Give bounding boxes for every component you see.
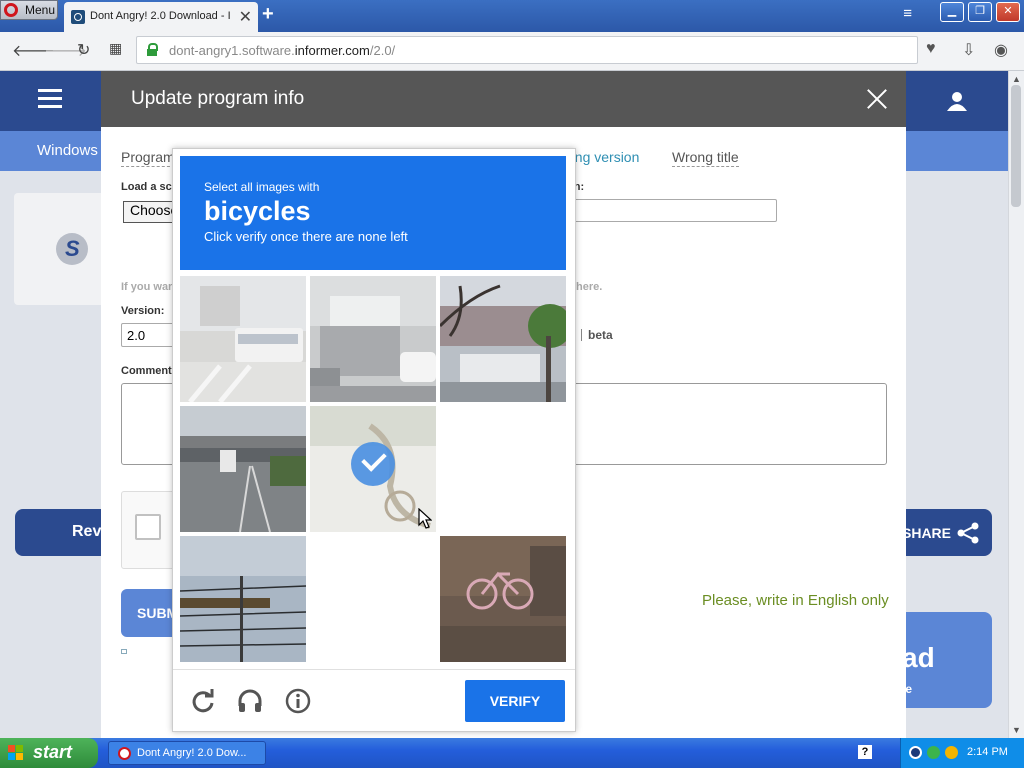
bookmark-heart-icon[interactable]: ♥ [926, 40, 936, 58]
tray-network-icon[interactable] [909, 746, 922, 759]
captcha-tile[interactable] [180, 406, 306, 532]
reload-icon[interactable]: ↻ [77, 40, 90, 60]
share-icon [957, 522, 979, 544]
recaptcha-checkbox[interactable] [135, 514, 161, 540]
modal-close-icon[interactable] [866, 88, 888, 110]
hint-text-left: If you war [121, 281, 173, 293]
tab-title: Dont Angry! 2.0 Download - I [90, 10, 231, 22]
vertical-scrollbar[interactable]: ▲ ▼ [1008, 71, 1024, 738]
modal-header: Update program info [101, 71, 906, 127]
small-marker [121, 649, 127, 654]
user-icon[interactable] [946, 91, 968, 111]
new-tab-icon[interactable]: + [262, 3, 274, 26]
reload-challenge-icon[interactable] [190, 688, 216, 714]
audio-challenge-icon[interactable] [237, 688, 263, 714]
url-field[interactable]: dont-angry1.software.informer.com/2.0/ [136, 36, 918, 64]
taskbar-clock: 2:14 PM [967, 746, 1008, 758]
info-icon[interactable] [285, 688, 311, 714]
url-text: dont-angry1.software.informer.com/2.0/ [169, 43, 396, 58]
start-button[interactable]: start [0, 738, 98, 768]
hint-text-right: here. [576, 281, 603, 293]
scroll-thumb[interactable] [1011, 85, 1021, 207]
app-logo-icon [56, 233, 88, 265]
category-windows-link[interactable]: Windows [37, 142, 98, 159]
captcha-tile[interactable] [310, 536, 436, 662]
tray-security-icon[interactable] [927, 746, 940, 759]
opera-task-icon [118, 747, 131, 760]
maximize-button[interactable]: ❐ [968, 2, 992, 22]
opera-logo-icon [4, 3, 18, 17]
beta-option[interactable]: beta [581, 328, 613, 342]
challenge-header: Select all images with bicycles Click ve… [180, 156, 566, 270]
comment-label: Comment [121, 365, 172, 377]
right-text-field[interactable] [567, 199, 777, 222]
tile-selected-check-icon [351, 442, 395, 486]
window-close-button[interactable]: ✕ [996, 2, 1020, 22]
scroll-down-icon[interactable]: ▼ [1012, 725, 1021, 735]
tab-wrong-title[interactable]: Wrong title [672, 149, 739, 167]
secure-lock-icon [147, 43, 158, 56]
captcha-tile[interactable] [180, 536, 306, 662]
taskbar-browser-item[interactable]: Dont Angry! 2.0 Dow... [108, 741, 266, 765]
browser-tab[interactable]: Dont Angry! 2.0 Download - I ✕ [64, 2, 258, 32]
version-label: Version: [121, 305, 165, 317]
system-tray: 2:14 PM [900, 738, 1024, 768]
menu-label: Menu [25, 3, 56, 17]
account-icon[interactable]: ◉ [994, 40, 1008, 60]
captcha-tile[interactable] [180, 276, 306, 402]
tab-close-icon[interactable]: ✕ [239, 7, 252, 27]
address-toolbar: 🡐 🡒 ↻ ▦ dont-angry1.software.informer.co… [0, 32, 1024, 71]
opera-menu-button[interactable]: Menu [0, 0, 58, 20]
windows-taskbar: start Dont Angry! 2.0 Dow... ? 2:14 PM [0, 738, 1024, 768]
challenge-target: bicycles [204, 196, 311, 226]
challenge-footer: VERIFY [173, 669, 575, 732]
windows-flag-icon [8, 745, 23, 760]
tray-search-icon[interactable] [945, 746, 958, 759]
mouse-cursor-icon [418, 508, 432, 529]
help-icon[interactable]: ? [858, 745, 872, 759]
captcha-tile[interactable] [310, 276, 436, 402]
scroll-up-icon[interactable]: ▲ [1012, 74, 1021, 84]
recaptcha-challenge: Select all images with bicycles Click ve… [172, 148, 576, 732]
load-screenshot-label: Load a scr [121, 181, 177, 193]
downloads-icon[interactable]: ⇩ [962, 40, 975, 60]
captcha-tile[interactable] [440, 406, 566, 532]
verify-button[interactable]: VERIFY [465, 680, 565, 722]
speed-dial-icon[interactable]: ▦ [109, 40, 122, 57]
challenge-hint: Click verify once there are none left [204, 229, 408, 244]
tab-wrong-version[interactable]: ong version [567, 149, 639, 166]
modal-title: Update program info [131, 88, 305, 109]
browser-tab-bar: Menu Dont Angry! 2.0 Download - I ✕ + ≡ … [0, 0, 1024, 32]
english-only-note: Please, write in English only [702, 592, 889, 609]
hamburger-menu-icon[interactable] [38, 89, 62, 109]
challenge-instruction: Select all images with [204, 180, 320, 194]
tab-program[interactable]: Program [121, 149, 175, 167]
captcha-tile[interactable] [440, 536, 566, 662]
tab-menu-icon[interactable]: ≡ [903, 5, 912, 22]
site-favicon-icon [71, 10, 85, 24]
captcha-tile[interactable] [440, 276, 566, 402]
window-controls: ▁ ❐ ✕ [940, 2, 1020, 22]
minimize-button[interactable]: ▁ [940, 2, 964, 22]
